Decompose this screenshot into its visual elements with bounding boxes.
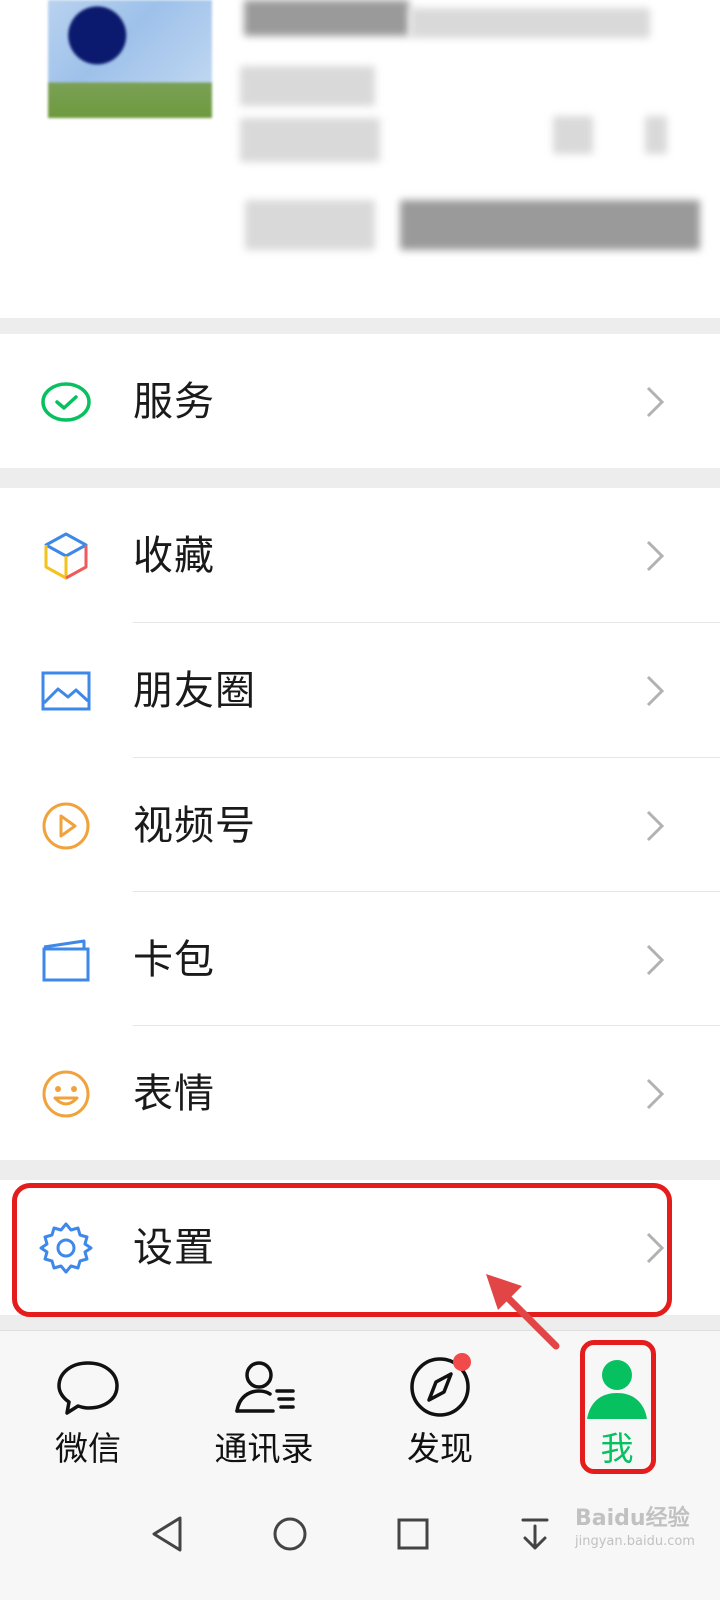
bottom-tab-bar: 微信 通讯录 发现 我: [0, 1330, 720, 1480]
section-gap: [0, 318, 720, 334]
back-triangle-icon[interactable]: [140, 1506, 196, 1562]
watermark-text: Baidu经验: [575, 1506, 690, 1531]
section-gap: [0, 468, 720, 488]
tab-me[interactable]: 我: [552, 1353, 682, 1473]
smile-icon: [38, 1066, 94, 1122]
home-circle-icon[interactable]: [262, 1506, 318, 1562]
chevron-right-icon: [640, 1074, 670, 1114]
compass-icon: [405, 1353, 475, 1423]
wechat-id-value-blurred: [240, 118, 380, 162]
menu-row-service[interactable]: 服务: [0, 334, 720, 469]
tab-label: 微信: [55, 1429, 121, 1468]
chevron-right-icon: [640, 382, 670, 422]
wechat-id-blurred: [240, 66, 375, 106]
tab-label: 我: [600, 1429, 634, 1468]
chevron-right-icon: [645, 116, 667, 154]
menu-label: 卡包: [133, 937, 215, 983]
menu-row-channels[interactable]: 视频号: [0, 758, 720, 893]
gear-icon: [38, 1220, 94, 1276]
menu-label: 视频号: [133, 803, 256, 849]
baidu-watermark: Baidu经验 jingyan.baidu.com: [575, 1500, 695, 1549]
friends-status-blurred[interactable]: [400, 200, 700, 250]
contacts-icon: [229, 1353, 299, 1423]
menu-row-card-package[interactable]: 卡包: [0, 892, 720, 1027]
notification-badge: [453, 1353, 471, 1371]
section-gap: [0, 1315, 720, 1330]
chevron-right-icon: [640, 536, 670, 576]
watermark-sub: jingyan.baidu.com: [575, 1534, 695, 1549]
cube-icon: [38, 528, 94, 584]
notification-pulldown-icon[interactable]: [507, 1506, 563, 1562]
menu-label: 收藏: [133, 533, 215, 579]
chevron-right-icon: [640, 940, 670, 980]
menu-label: 表情: [133, 1071, 215, 1117]
tab-label: 发现: [407, 1429, 473, 1468]
menu-label: 设置: [133, 1225, 215, 1271]
menu-label: 服务: [133, 379, 215, 425]
card-icon: [38, 932, 94, 988]
wechat-pay-icon: [38, 374, 94, 430]
chevron-right-icon: [640, 806, 670, 846]
chevron-right-icon: [640, 1228, 670, 1268]
chevron-right-icon: [640, 671, 670, 711]
section-gap: [0, 1160, 720, 1180]
qrcode-icon[interactable]: [553, 116, 593, 154]
tab-chats[interactable]: 微信: [23, 1353, 153, 1473]
menu-group-main: 收藏 朋友圈 视频号 卡包 表情: [0, 488, 720, 1160]
chat-bubble-icon: [53, 1353, 123, 1423]
nickname-blurred-tail: [410, 8, 650, 38]
photo-icon: [38, 663, 94, 719]
tab-discover[interactable]: 发现: [375, 1353, 505, 1473]
menu-group-service: 服务: [0, 334, 720, 468]
play-circle-icon: [38, 798, 94, 854]
menu-row-settings[interactable]: 设置: [0, 1180, 720, 1315]
nickname-blurred: [244, 0, 409, 36]
menu-row-favorites[interactable]: 收藏: [0, 488, 720, 623]
tab-label: 通讯录: [214, 1429, 314, 1468]
status-button-blurred[interactable]: [245, 200, 375, 250]
menu-label: 朋友圈: [133, 668, 256, 714]
recents-square-icon[interactable]: [385, 1506, 441, 1562]
tab-contacts[interactable]: 通讯录: [199, 1353, 329, 1473]
menu-row-stickers[interactable]: 表情: [0, 1026, 720, 1161]
profile-header[interactable]: [0, 0, 720, 318]
avatar[interactable]: [48, 0, 212, 118]
person-icon: [582, 1353, 652, 1423]
menu-row-moments[interactable]: 朋友圈: [0, 623, 720, 758]
menu-group-settings: 设置: [0, 1180, 720, 1315]
